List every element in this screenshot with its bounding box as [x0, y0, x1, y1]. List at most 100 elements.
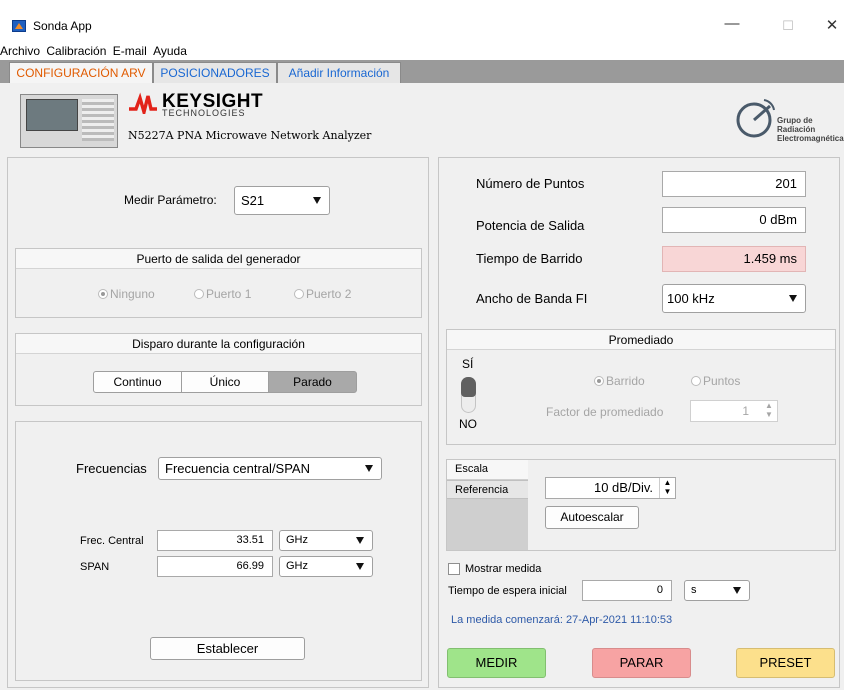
- initial-wait-unit-dropdown[interactable]: s: [684, 580, 750, 601]
- initial-wait-label: Tiempo de espera inicial: [448, 585, 567, 597]
- scale-value-input[interactable]: 10 dB/Div.: [545, 477, 676, 499]
- chevron-down-icon: [365, 464, 373, 472]
- title-bar: Sonda App — ☐ ✕: [0, 0, 844, 42]
- tab-configuracion-arv[interactable]: CONFIGURACIÓN ARV: [9, 62, 153, 84]
- if-bandwidth-dropdown[interactable]: 100 kHz: [662, 284, 806, 313]
- analyzer-screen: [26, 99, 78, 131]
- measure-param-value: S21: [241, 193, 265, 208]
- menu-bar: Archivo Calibración E-mail Ayuda: [0, 42, 844, 60]
- analyzer-keypad: [82, 99, 114, 141]
- chevron-down-icon: [356, 536, 364, 544]
- switch-on-label: SÍ: [462, 357, 474, 371]
- averaging-factor-spinner-icon[interactable]: ▲ ▼: [763, 401, 775, 421]
- scale-spinner-icon[interactable]: ▲ ▼: [659, 478, 675, 498]
- preset-button[interactable]: PRESET: [736, 648, 835, 678]
- app-window: Sonda App — ☐ ✕ Archivo Calibración E-ma…: [0, 0, 844, 690]
- radio-puerto-2[interactable]: Puerto 2: [294, 287, 351, 301]
- keysight-logo-icon: [129, 92, 157, 114]
- stop-button[interactable]: PARAR: [592, 648, 691, 678]
- scale-tab-escala[interactable]: Escala: [447, 460, 528, 479]
- trigger-continuo-button[interactable]: Continuo: [93, 371, 182, 393]
- menu-calibracion[interactable]: Calibración: [46, 42, 106, 60]
- maximize-icon[interactable]: ☐: [774, 14, 802, 38]
- radio-ninguno-label: Ninguno: [110, 287, 155, 301]
- trigger-group-title: Disparo durante la configuración: [16, 334, 421, 354]
- switch-off-label: NO: [459, 417, 477, 431]
- radio-barrido[interactable]: Barrido: [594, 374, 645, 388]
- group-logo-icon: [736, 99, 775, 138]
- app-icon: [12, 20, 26, 32]
- frequency-mode-dropdown[interactable]: Frecuencia central/SPAN: [158, 457, 382, 480]
- span-label: SPAN: [80, 561, 110, 573]
- power-label: Potencia de Salida: [476, 218, 585, 233]
- radio-puerto-2-label: Puerto 2: [306, 287, 352, 301]
- minimize-icon[interactable]: —: [718, 12, 746, 36]
- averaging-factor-label: Factor de promediado: [546, 405, 664, 419]
- chevron-down-icon: [356, 562, 364, 570]
- span-unit-value: GHz: [286, 560, 308, 572]
- instrument-label: N5227A PNA Microwave Network Analyzer: [128, 129, 372, 142]
- center-unit-value: GHz: [286, 534, 308, 546]
- start-message: La medida comenzará: 27-Apr-2021 11:10:5…: [451, 614, 673, 626]
- group-label: Grupo de Radiación Electromagnética: [777, 116, 844, 143]
- radio-puerto-1-label: Puerto 1: [206, 287, 252, 301]
- span-unit-dropdown[interactable]: GHz: [279, 556, 373, 577]
- tab-anadir-informacion[interactable]: Añadir Información: [277, 62, 401, 83]
- chevron-down-icon: [789, 294, 797, 302]
- window-title: Sonda App: [33, 19, 92, 33]
- if-bandwidth-label: Ancho de Banda FI: [476, 291, 588, 306]
- points-label: Número de Puntos: [476, 176, 585, 191]
- center-freq-input[interactable]: 33.51: [157, 530, 273, 551]
- group-label-line2: Radiación: [777, 125, 816, 134]
- sweep-time-label: Tiempo de Barrido: [476, 251, 583, 266]
- tab-posicionadores[interactable]: POSICIONADORES: [153, 62, 277, 83]
- menu-ayuda[interactable]: Ayuda: [153, 42, 187, 60]
- show-measure-label: Mostrar medida: [465, 563, 542, 575]
- group-label-line3: Electromagnética: [777, 134, 844, 143]
- radio-puntos-label: Puntos: [703, 374, 741, 388]
- radio-puntos[interactable]: Puntos: [691, 374, 740, 388]
- scale-tab-referencia[interactable]: Referencia: [447, 480, 528, 499]
- radio-dot-icon: [98, 289, 108, 299]
- radio-puerto-1[interactable]: Puerto 1: [194, 287, 251, 301]
- if-bandwidth-value: 100 kHz: [667, 291, 715, 306]
- averaging-toggle[interactable]: [461, 377, 476, 413]
- autoscale-button[interactable]: Autoescalar: [545, 506, 639, 529]
- center-freq-label: Frec. Central: [80, 535, 144, 547]
- chevron-down-icon: [313, 196, 321, 204]
- trigger-unico-button[interactable]: Único: [181, 371, 269, 393]
- header: [0, 83, 844, 157]
- measure-param-label: Medir Parámetro:: [124, 193, 217, 207]
- frequency-mode-value: Frecuencia central/SPAN: [165, 461, 310, 476]
- center-unit-dropdown[interactable]: GHz: [279, 530, 373, 551]
- group-label-line1: Grupo de: [777, 116, 813, 125]
- frequencies-label: Frecuencias: [76, 461, 147, 476]
- port-group-title: Puerto de salida del generador: [16, 249, 421, 269]
- menu-archivo[interactable]: Archivo: [0, 42, 40, 60]
- brand-sub: TECHNOLOGIES: [162, 108, 246, 118]
- radio-barrido-label: Barrido: [606, 374, 645, 388]
- initial-wait-unit-value: s: [691, 584, 697, 596]
- show-measure-checkbox[interactable]: [448, 563, 460, 575]
- span-input[interactable]: 66.99: [157, 556, 273, 577]
- measure-button[interactable]: MEDIR: [447, 648, 546, 678]
- radio-ninguno[interactable]: Ninguno: [98, 287, 155, 301]
- trigger-group: Disparo durante la configuración Continu…: [15, 333, 422, 406]
- menu-email[interactable]: E-mail: [113, 42, 147, 60]
- radio-dot-icon: [594, 376, 604, 386]
- set-button[interactable]: Establecer: [150, 637, 305, 660]
- close-icon[interactable]: ✕: [818, 14, 844, 38]
- radio-dot-icon: [294, 289, 304, 299]
- initial-wait-input[interactable]: 0: [582, 580, 672, 601]
- sweep-time-value: 1.459 ms: [662, 246, 806, 272]
- averaging-group-title: Promediado: [447, 330, 835, 350]
- tab-strip: CONFIGURACIÓN ARV POSICIONADORES Añadir …: [0, 60, 844, 84]
- trigger-parado-button[interactable]: Parado: [268, 371, 357, 393]
- radio-dot-icon: [691, 376, 701, 386]
- points-input[interactable]: 201: [662, 171, 806, 197]
- port-group: Puerto de salida del generador Ninguno P…: [15, 248, 422, 318]
- measure-param-dropdown[interactable]: S21: [234, 186, 330, 215]
- power-input[interactable]: 0 dBm: [662, 207, 806, 233]
- chevron-down-icon: [733, 586, 741, 594]
- radio-dot-icon: [194, 289, 204, 299]
